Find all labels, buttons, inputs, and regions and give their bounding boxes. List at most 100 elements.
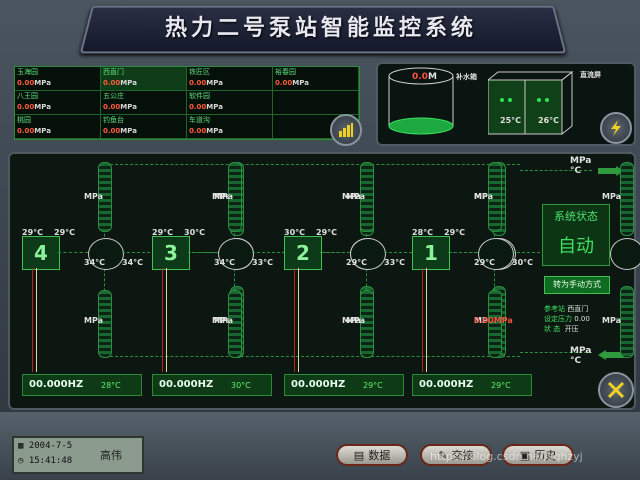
cabinet-label: 直流屏 (580, 71, 601, 79)
status-mode: 自动 (558, 236, 594, 257)
pump-inlet-pressure: MPa (214, 316, 234, 325)
station-cell: 铁匠区 0.00MPa (187, 67, 273, 91)
wrench-hammer-icon (607, 381, 625, 399)
motor-temp: 30°C (231, 381, 251, 390)
lightning-icon (611, 120, 621, 136)
station-pressure: 0.00MPa (275, 79, 309, 87)
station-pressure: 0.00MPa (17, 79, 51, 87)
pump-suction-line (448, 252, 478, 253)
return-pressure-top: MPa (602, 192, 622, 201)
pump-temp-2: 34°C (122, 258, 144, 267)
pump-temp-1: 34°C (84, 258, 106, 267)
frequency-box: 00.000HZ 29°C (284, 374, 404, 396)
return-riser-bottom (620, 286, 634, 358)
pump-temp-1: 34°C (214, 258, 236, 267)
station-cell: 车道沟 0.00MPa (187, 115, 273, 139)
pump-suction-line (188, 252, 218, 253)
station-name: 铁匠区 (189, 68, 210, 76)
station-pressure (273, 102, 358, 113)
bar-chart-icon (339, 123, 353, 137)
station-cell: 桃园 0.00MPa (15, 115, 101, 139)
frequency-box: 00.000HZ 28°C (22, 374, 142, 396)
station-name: 裕春园 (275, 68, 296, 76)
station-pressure: 0.00MPa (17, 103, 51, 111)
station-name: 西直门 (103, 68, 124, 76)
station-pressure: 0.00MPa (189, 127, 223, 135)
status-details: 参考站 西直门 设定压力 0.00 状 态 开压 (544, 305, 590, 333)
motor-temp: 29°C (491, 381, 511, 390)
station-name: 桃园 (17, 116, 31, 124)
frequency-value: 00.000HZ (29, 379, 84, 390)
frequency-value: 00.000HZ (159, 379, 214, 390)
pump-temp-2: 30°C (512, 258, 534, 267)
station-pressure: 0.00MPa (189, 79, 223, 87)
pump-temp-out: 29°C (444, 228, 466, 237)
station-name: 玉海园 (17, 68, 38, 76)
pump-outlet-pressure: MPa (346, 192, 366, 201)
pump-inlet-pressure: MPa (84, 316, 104, 325)
pump-temp-out: 30°C (184, 228, 206, 237)
station-pressure: 0.00MPa (103, 103, 137, 111)
station-name (273, 91, 358, 102)
pump-temp-in: 29°C (152, 228, 174, 237)
station-cell: 裕春园 0.00MPa (273, 67, 359, 91)
power-cable-red (162, 268, 163, 372)
outlet-header-line (100, 164, 520, 165)
power-cable-red (294, 268, 295, 372)
pump-temp-out: 29°C (316, 228, 338, 237)
pump-number-box[interactable]: 1 (412, 236, 450, 270)
station-name: 软件园 (189, 92, 210, 100)
station-pressure-table: 玉海园 0.00MPa 西直门 0.00MPa 铁匠区 0.00MPa 裕春园 0.00MPa… (14, 66, 360, 140)
motor-temp: 29°C (363, 381, 383, 390)
station-cell: 钓鱼台 0.00MPa (101, 115, 187, 139)
pump-temp-1: 29°C (346, 258, 368, 267)
station-name: 钓鱼台 (103, 116, 124, 124)
tools-button[interactable] (598, 372, 634, 408)
return-riser-top (620, 162, 634, 236)
pump-inlet-pressure: MPa (346, 316, 366, 325)
user-name: 高伟 (100, 449, 122, 462)
data-button[interactable]: ▤ 数据 (336, 444, 408, 466)
station-name: 五公庄 (103, 92, 124, 100)
pump-temp-in: 29°C (22, 228, 44, 237)
power-cable-yellow (298, 268, 299, 372)
station-pressure: 0.00MPa (17, 127, 51, 135)
power-cable-yellow (426, 268, 427, 372)
power-cable-red (422, 268, 423, 372)
valve-body[interactable] (610, 238, 640, 270)
chart-button[interactable] (330, 114, 362, 146)
pump-outlet-pressure: MPa (84, 192, 104, 201)
pump-temp-2: 33°C (252, 258, 274, 267)
pump-number-box[interactable]: 3 (152, 236, 190, 270)
station-cell: 五公庄 0.00MPa (101, 91, 187, 115)
station-cell: 西直门 0.00MPa (101, 67, 187, 91)
power-button[interactable] (600, 112, 632, 144)
pump-inlet-pressure: 0.00MPa (474, 316, 513, 325)
pump-number-box[interactable]: 4 (22, 236, 60, 270)
dc-cabinet-graphic (488, 70, 574, 136)
system-status-box: 系统状态 自动 (542, 204, 610, 266)
date-display: ▦ 2004-7-5 (18, 441, 73, 451)
pump-temp-2: 33°C (384, 258, 406, 267)
app-title: 热力二号泵站智能监控系统 (164, 16, 477, 41)
table-icon: ▤ (353, 448, 365, 462)
motor-temp: 28°C (101, 381, 121, 390)
inlet-readout: MPa °C (570, 346, 592, 366)
datetime-user-box: ▦ 2004-7-5 ◷ 15:41:48 高伟 (12, 436, 144, 474)
tank-label: 补水箱 (456, 73, 477, 81)
frequency-value: 00.000HZ (419, 379, 474, 390)
station-cell: 玉海园 0.00MPa (15, 67, 101, 91)
power-cable-yellow (166, 268, 167, 372)
switch-manual-button[interactable]: 转为手动方式 (544, 276, 610, 294)
pump-number-box[interactable]: 2 (284, 236, 322, 270)
station-pressure: 0.00MPa (103, 79, 137, 87)
frequency-box: 00.000HZ 29°C (412, 374, 532, 396)
pump-temp-out: 29°C (54, 228, 76, 237)
inlet-header-line (100, 356, 520, 357)
outlet-readout: MPa °C (570, 156, 592, 176)
power-cable-yellow (36, 268, 37, 372)
cabinet-temp-1: 25°C (500, 116, 522, 125)
power-cable-red (32, 268, 33, 372)
station-name: 车道沟 (189, 116, 210, 124)
station-name: 八王园 (17, 92, 38, 100)
